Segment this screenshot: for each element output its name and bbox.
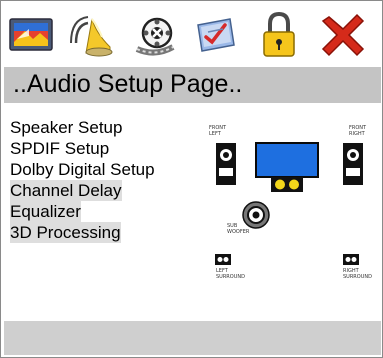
right-surround-speaker: [343, 254, 359, 265]
subwoofer: [242, 201, 270, 229]
preferences-icon[interactable]: [190, 9, 238, 59]
menu-item-channel-delay[interactable]: Channel Delay: [10, 180, 122, 201]
film-reel-icon[interactable]: [131, 9, 179, 59]
menu-item-spdif-setup[interactable]: SPDIF Setup: [10, 138, 109, 159]
page-title-bar: ..Audio Setup Page..: [4, 67, 381, 103]
menu-item-dolby-digital-setup[interactable]: Dolby Digital Setup: [10, 159, 155, 180]
front-right-label-2: RIGHT: [349, 131, 366, 137]
audio-setup-window: ..Audio Setup Page.. Speaker Setup SPDIF…: [0, 0, 383, 358]
tv-screen: [255, 142, 319, 178]
right-surround-label-2: SURROUND: [343, 274, 372, 280]
display-icon[interactable]: [7, 9, 55, 59]
page-title: ..Audio Setup Page..: [13, 70, 243, 98]
left-surround-speaker: [215, 254, 231, 265]
toolbar: [1, 1, 383, 67]
front-left-label-2: LEFT: [209, 131, 222, 137]
audio-icon[interactable]: [68, 9, 116, 59]
menu-item-3d-processing[interactable]: 3D Processing: [10, 222, 121, 243]
menu-item-equalizer[interactable]: Equalizer: [10, 201, 81, 222]
front-left-speaker: [216, 143, 236, 185]
audio-setup-menu: Speaker Setup SPDIF Setup Dolby Digital …: [10, 117, 200, 243]
lock-icon[interactable]: [255, 9, 303, 59]
center-speaker: [271, 177, 303, 192]
front-right-speaker: [343, 143, 363, 185]
close-icon[interactable]: [319, 9, 367, 59]
subwoofer-label-2: WOOFER: [227, 229, 250, 235]
menu-item-speaker-setup[interactable]: Speaker Setup: [10, 117, 122, 138]
left-surround-label-2: SURROUND: [216, 274, 245, 280]
speaker-layout-diagram: FRONT LEFT FRONT RIGHT SUB WOOFER LEFT S…: [201, 113, 379, 291]
status-bar: [4, 321, 381, 355]
